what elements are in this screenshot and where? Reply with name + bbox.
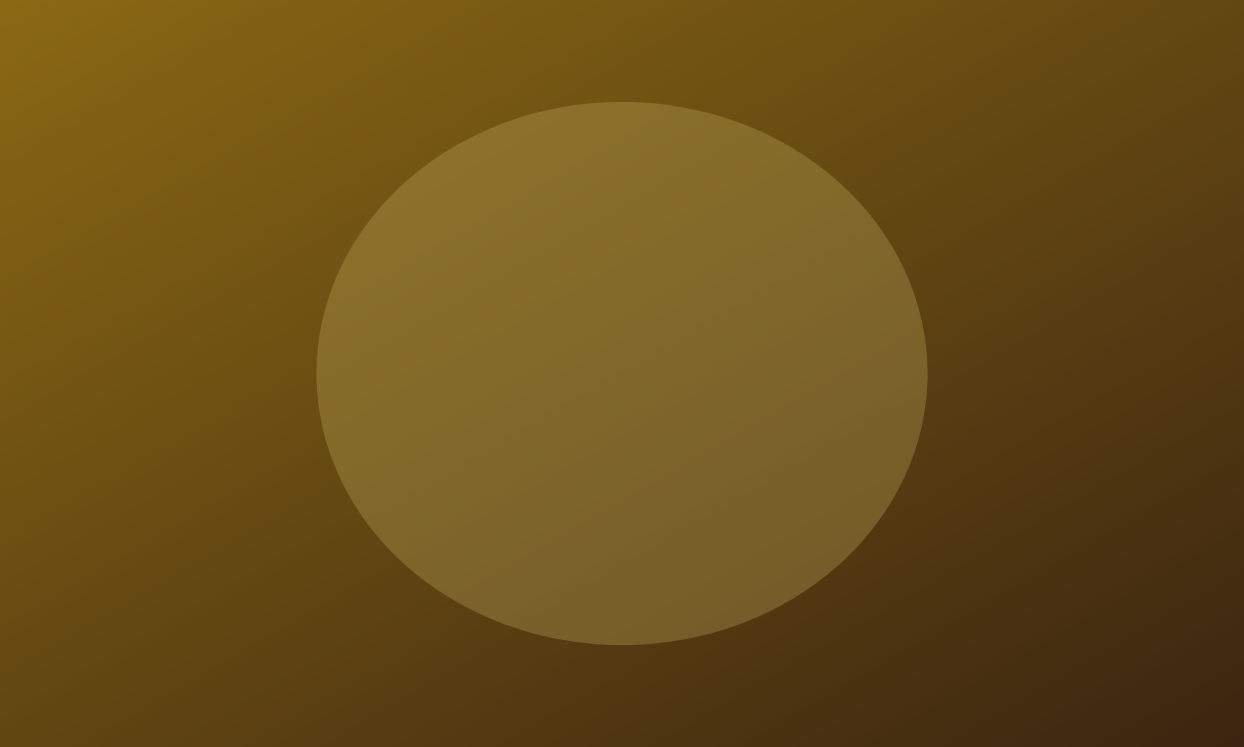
blog-preview-panel: The Benefits of Regular Exercise: Findin… (270, 45, 480, 713)
blog-post-card-2: Mindfulness and Mental Health: Cultivati… (270, 400, 479, 713)
main-area: Blocks Patterns Media WIDGETS Archives (0, 45, 1244, 713)
post-image-food (270, 400, 479, 510)
